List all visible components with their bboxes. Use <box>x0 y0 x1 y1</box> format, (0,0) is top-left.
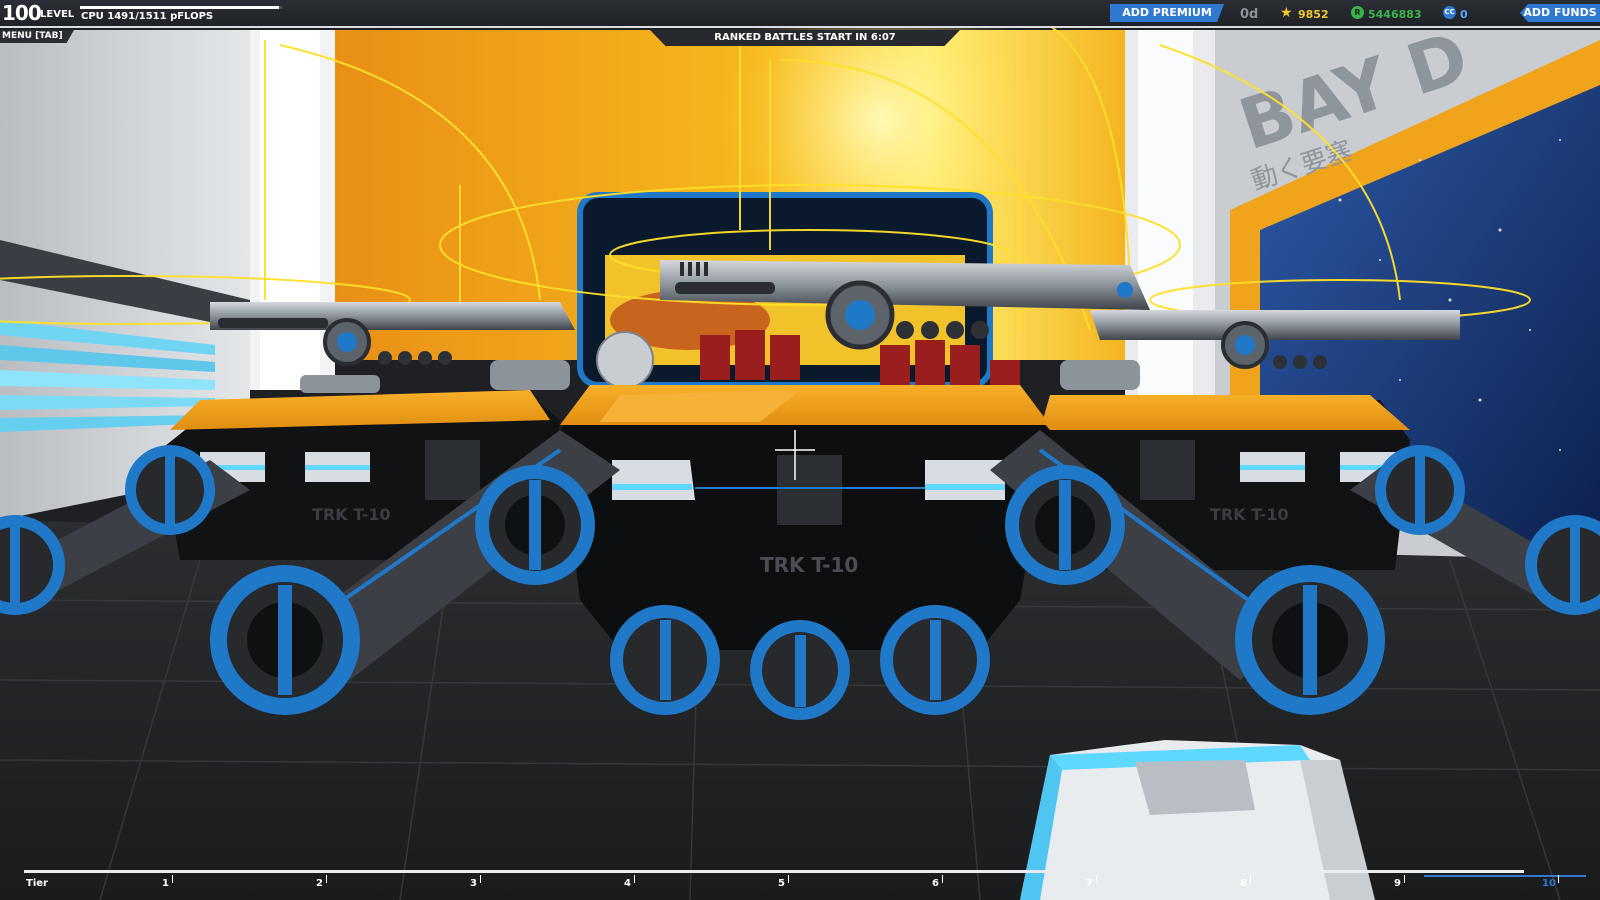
tier-tick <box>1250 875 1251 883</box>
cpu-usage-text: CPU 1491/1511 pFLOPS <box>81 11 214 22</box>
tier-label: Tier <box>26 878 48 889</box>
tier-tick-label: 1 <box>162 878 169 889</box>
robot-badge-right: TRK T-10 <box>1210 505 1289 524</box>
tier-bar-line <box>24 870 1524 873</box>
tier-tick <box>480 875 481 883</box>
robits-value: 5446883 <box>1368 8 1422 21</box>
tier-tick <box>1558 875 1559 883</box>
tier-tick <box>788 875 789 883</box>
tier-tick <box>942 875 943 883</box>
tier-tick-label: 8 <box>1240 878 1247 889</box>
tier-tick-label: 5 <box>778 878 785 889</box>
tier-bar-current-segment <box>1424 875 1586 877</box>
tier-tick <box>1404 875 1405 883</box>
tier-tick-label: 10 <box>1542 878 1556 889</box>
top-hud-bar: 100 LEVEL CPU 1491/1511 pFLOPS ADD PREMI… <box>0 0 1600 28</box>
tier-progress-bar: Tier 1 2 3 4 5 6 7 8 9 10 <box>24 870 1586 900</box>
garage-scene: BAY D 動く要塞 TRK T-10 TRK T-10 TRK T-10 <box>0 0 1600 900</box>
tier-tick <box>172 875 173 883</box>
cosmetic-credit-icon: CC <box>1443 6 1456 19</box>
tier-tick-label: 6 <box>932 878 939 889</box>
sensor-dome <box>596 331 654 389</box>
cosmetic-credits-value: 0 <box>1460 8 1468 21</box>
cpu-usage-fill <box>80 6 280 9</box>
robot-badge-left: TRK T-10 <box>312 505 391 524</box>
tier-tick-label: 7 <box>1086 878 1093 889</box>
level-number: 100 <box>2 1 42 25</box>
tier-tick-label: 9 <box>1394 878 1401 889</box>
robits-coin-icon: R <box>1351 6 1364 19</box>
tier-tick-label: 3 <box>470 878 477 889</box>
tier-tick-label: 4 <box>624 878 631 889</box>
menu-tab-button[interactable]: MENU [TAB] <box>0 30 74 43</box>
center-robot-body: TRK T-10 <box>560 385 1050 650</box>
level-label: LEVEL <box>40 9 75 20</box>
tier-tick-label: 2 <box>316 878 323 889</box>
tier-tick <box>1096 875 1097 883</box>
star-tier-icon: ★ <box>1280 5 1293 21</box>
premium-days-remaining: 0d <box>1240 7 1259 22</box>
robit-points-value: 9852 <box>1298 8 1329 21</box>
robot-badge-center: TRK T-10 <box>760 553 858 577</box>
tier-tick <box>634 875 635 883</box>
add-premium-button[interactable]: ADD PREMIUM <box>1110 4 1224 22</box>
tier-tick <box>326 875 327 883</box>
ranked-battles-timer: RANKED BATTLES START IN 6:07 <box>650 30 960 46</box>
cpu-usage-bar <box>80 6 282 9</box>
game-viewport[interactable]: BAY D 動く要塞 TRK T-10 TRK T-10 TRK T-10 10… <box>0 0 1600 900</box>
add-funds-button[interactable]: ADD FUNDS <box>1520 4 1600 22</box>
